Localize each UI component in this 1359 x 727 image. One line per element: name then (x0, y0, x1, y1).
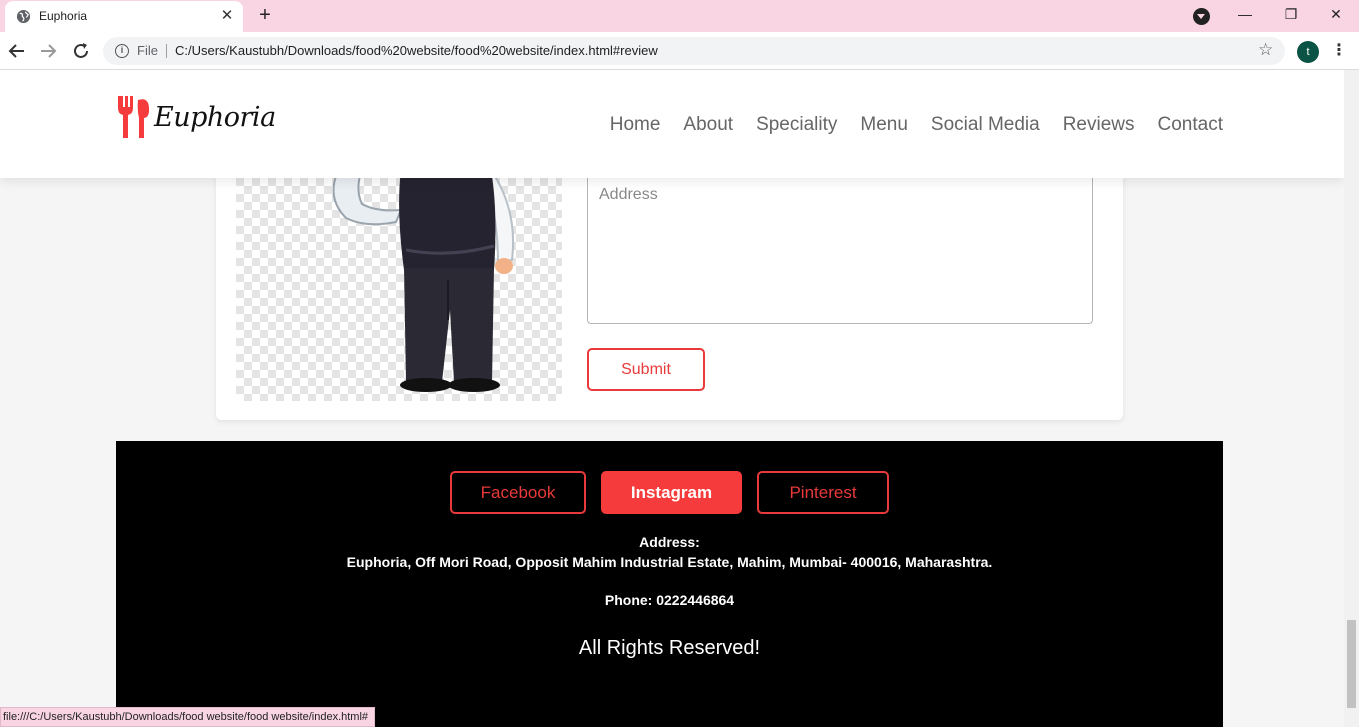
waiter-illustration (236, 170, 562, 401)
back-arrow-icon[interactable] (6, 40, 28, 62)
nav-contact[interactable]: Contact (1158, 114, 1223, 136)
vertical-scrollbar[interactable] (1344, 70, 1359, 727)
phone-text: Phone: 0222446864 (604, 592, 735, 608)
site-footer: Facebook Instagram Pinterest Address: Eu… (116, 441, 1223, 727)
nav-menu[interactable]: Menu (860, 114, 908, 136)
globe-icon (16, 9, 31, 24)
facebook-button[interactable]: Facebook (450, 471, 586, 514)
tab-close-icon[interactable]: ✕ (219, 8, 235, 24)
new-tab-button[interactable]: + (255, 5, 275, 25)
copyright-text: All Rights Reserved! (578, 637, 761, 659)
kebab-menu-icon[interactable]: ⋮ (1331, 41, 1347, 63)
scrollbar-thumb[interactable] (1347, 620, 1356, 708)
nav-speciality[interactable]: Speciality (756, 114, 837, 136)
url-text[interactable]: C:/Users/Kaustubh/Downloads/food%20websi… (175, 43, 658, 58)
reload-icon[interactable] (70, 40, 92, 62)
nav-home[interactable]: Home (610, 114, 661, 136)
instagram-button[interactable]: Instagram (601, 471, 742, 514)
omnibox-divider (166, 44, 167, 58)
profile-avatar[interactable]: t (1297, 41, 1319, 63)
pinterest-button[interactable]: Pinterest (757, 471, 889, 514)
fork-knife-logo-icon (118, 96, 150, 138)
logo-text: Euphoria (154, 102, 276, 133)
tab-title: Euphoria (39, 9, 88, 23)
scheme-label: File (137, 43, 158, 58)
address-textarea[interactable]: Address (587, 170, 1093, 324)
site-header: Euphoria Home About Speciality Menu Soci… (0, 70, 1344, 178)
close-window-button[interactable]: ✕ (1313, 0, 1359, 30)
main-nav: Home About Speciality Menu Social Media … (610, 114, 1223, 136)
star-icon[interactable]: ☆ (1258, 40, 1273, 60)
maximize-button[interactable]: ❐ (1268, 0, 1314, 30)
minimize-button[interactable]: — (1222, 0, 1268, 30)
browser-toolbar: i File C:/Users/Kaustubh/Downloads/food%… (0, 32, 1359, 70)
info-icon[interactable]: i (115, 44, 129, 58)
page-viewport: Euphoria Home About Speciality Menu Soci… (0, 70, 1344, 727)
status-bar-url: file:///C:/Users/Kaustubh/Downloads/food… (0, 707, 376, 727)
address-bar[interactable]: i File C:/Users/Kaustubh/Downloads/food%… (103, 37, 1285, 65)
forward-arrow-icon[interactable] (37, 40, 59, 62)
browser-tab[interactable]: Euphoria ✕ (5, 1, 243, 32)
address-label: Address: (639, 534, 700, 550)
tab-strip: Euphoria ✕ + — ❐ ✕ (0, 0, 1359, 32)
nav-social-media[interactable]: Social Media (931, 114, 1040, 136)
nav-reviews[interactable]: Reviews (1063, 114, 1135, 136)
tab-search-icon[interactable] (1193, 8, 1210, 25)
address-placeholder: Address (599, 186, 658, 203)
address-text: Euphoria, Off Mori Road, Opposit Mahim I… (346, 554, 993, 570)
submit-button[interactable]: Submit (587, 348, 705, 391)
nav-about[interactable]: About (683, 114, 733, 136)
